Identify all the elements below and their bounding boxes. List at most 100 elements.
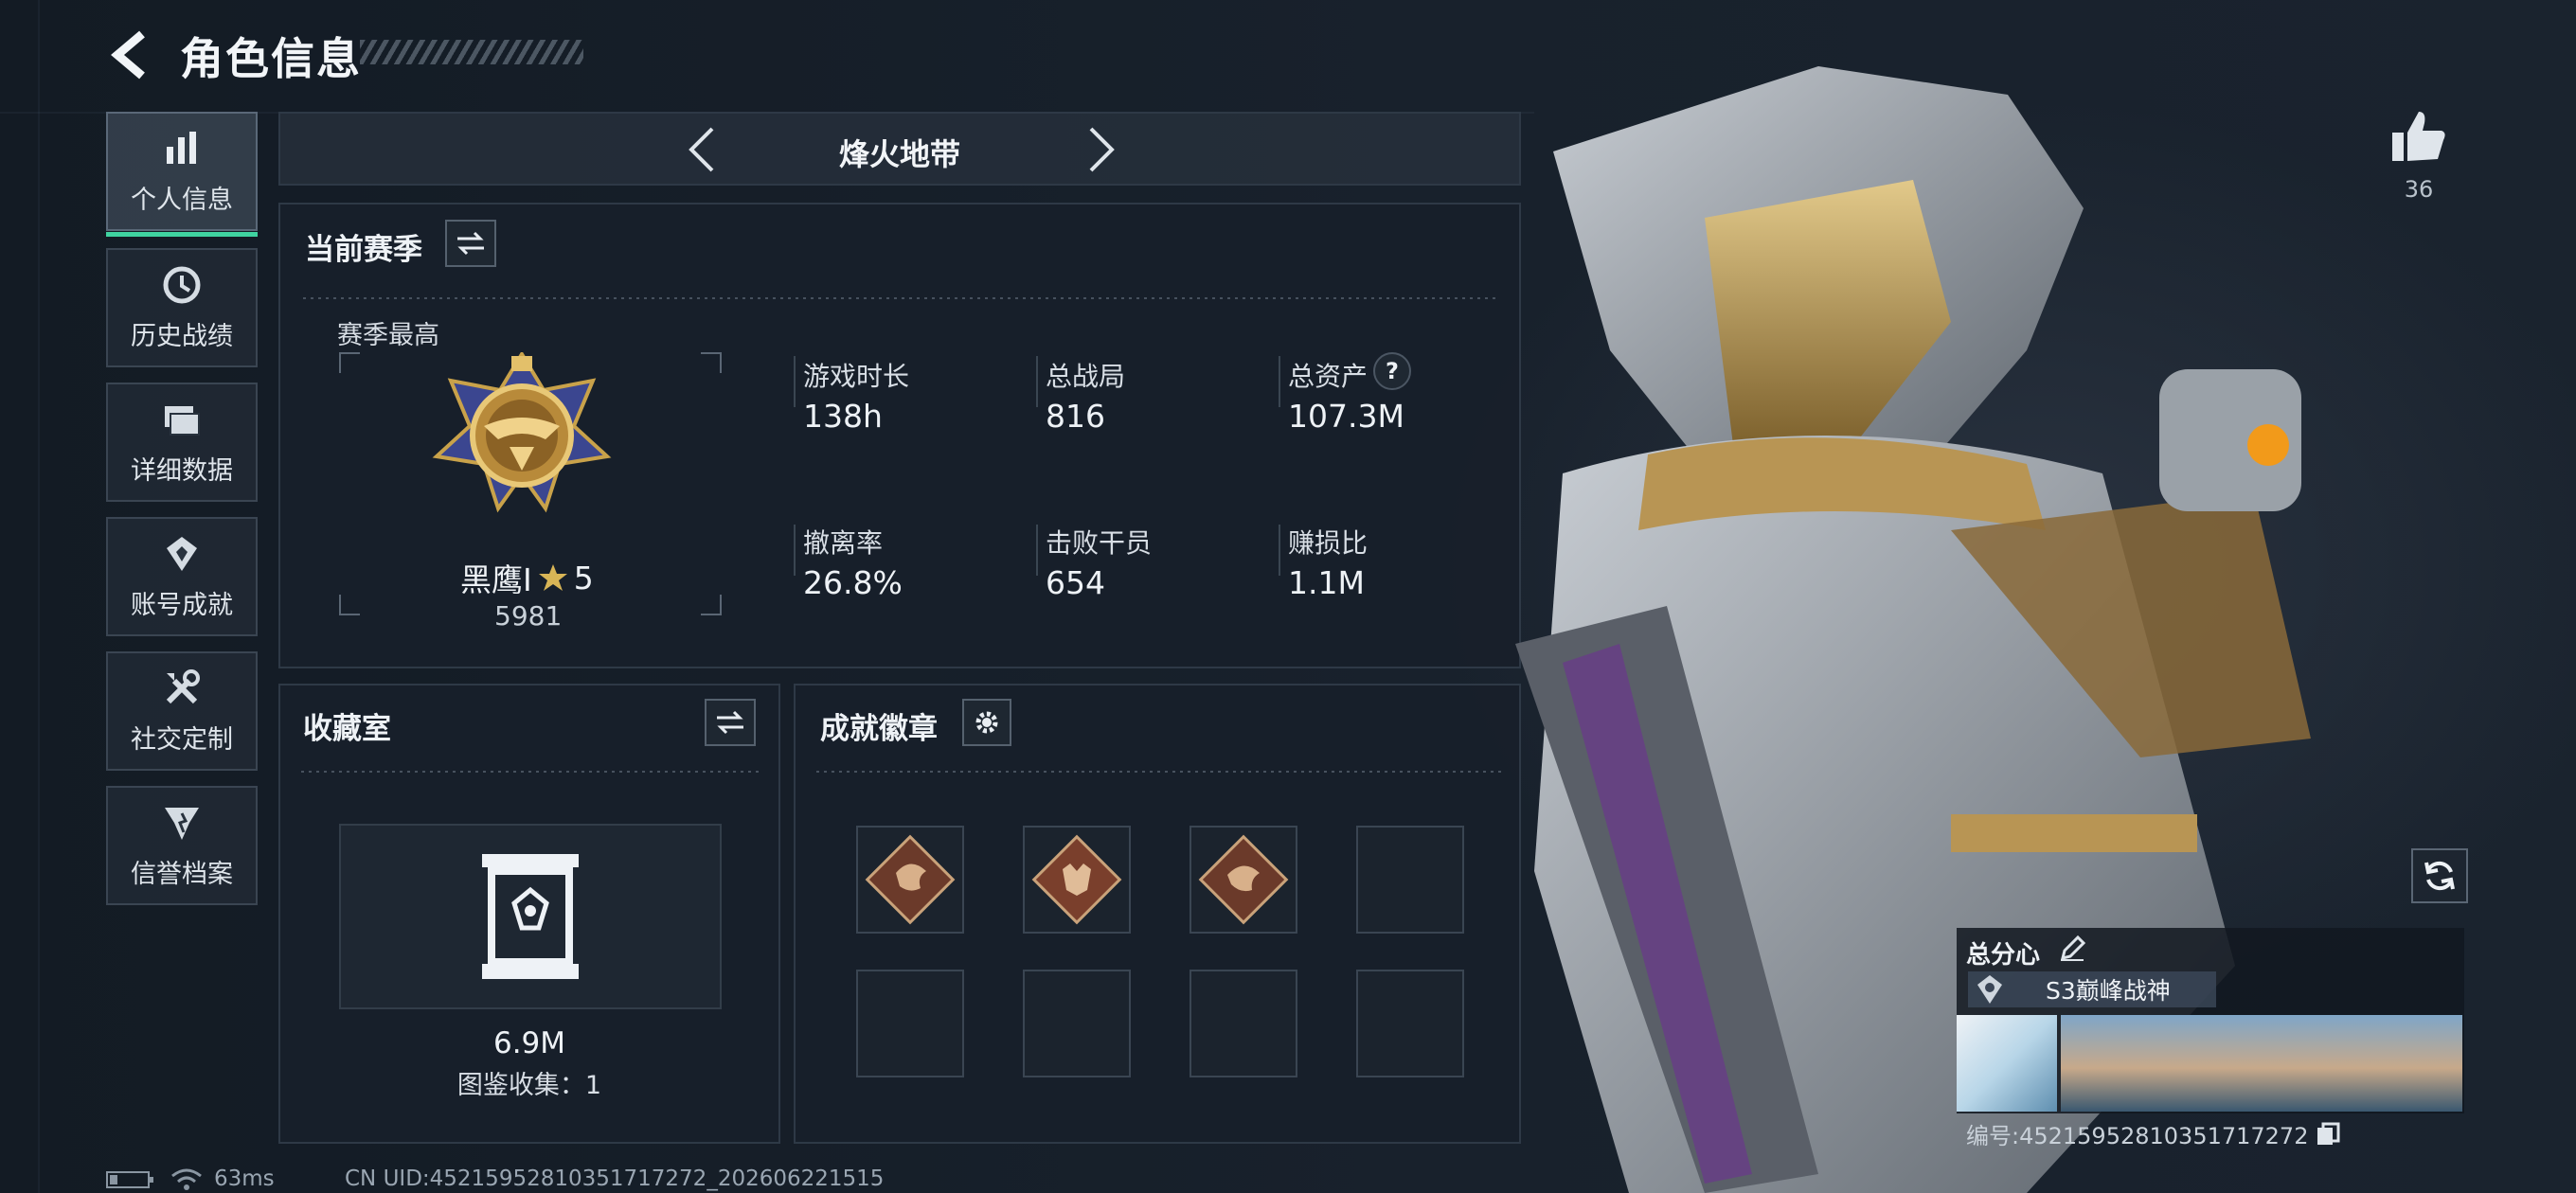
frame-corner bbox=[701, 352, 722, 373]
season-panel: 当前赛季 赛季最高 黑鹰I 5 5981 游戏时长 138h 总战局 816 总… bbox=[278, 203, 1521, 668]
swap-icon bbox=[717, 710, 743, 735]
title-decoration bbox=[360, 40, 583, 64]
badge-slot[interactable] bbox=[1023, 826, 1131, 934]
dragon-badge-icon bbox=[865, 834, 956, 925]
stat-label-operators-defeated: 击败干员 bbox=[1046, 527, 1153, 559]
stat-value-operators-defeated: 654 bbox=[1046, 564, 1105, 601]
sidebar-item-account-achievements[interactable]: 账号成就 bbox=[106, 517, 258, 636]
sidebar-item-label: 社交定制 bbox=[131, 724, 233, 755]
stat-label-play-time: 游戏时长 bbox=[803, 361, 910, 392]
mode-label: 烽火地带 bbox=[838, 136, 960, 172]
star-icon bbox=[538, 564, 567, 591]
help-icon[interactable]: ? bbox=[1373, 352, 1411, 390]
stat-label-total-matches: 总战局 bbox=[1046, 361, 1126, 392]
gear-icon bbox=[975, 711, 998, 734]
achievement-icon bbox=[167, 536, 197, 571]
like-button[interactable] bbox=[2388, 106, 2449, 167]
achievements-title: 成就徽章 bbox=[820, 712, 938, 746]
stat-divider bbox=[1279, 525, 1280, 576]
sidebar-item-label: 信誉档案 bbox=[131, 859, 233, 889]
avatar[interactable] bbox=[1957, 1015, 2057, 1112]
rank-stars: 5 bbox=[573, 559, 594, 596]
badge-settings-button[interactable] bbox=[962, 699, 1011, 746]
bar-chart-icon bbox=[167, 131, 196, 164]
wolf-badge-icon bbox=[1031, 834, 1122, 925]
title-tag-label: S3巅峰战神 bbox=[2046, 977, 2171, 1005]
display-case-icon bbox=[482, 854, 579, 979]
mode-selector: 烽火地带 bbox=[278, 112, 1521, 186]
rank-score: 5981 bbox=[494, 600, 563, 632]
stat-divider bbox=[1036, 356, 1038, 407]
frame-corner bbox=[339, 595, 360, 615]
folder-icon bbox=[165, 405, 200, 436]
badge-slot[interactable] bbox=[856, 826, 964, 934]
rank-emblem-icon bbox=[432, 352, 612, 513]
title-tag: S3巅峰战神 bbox=[1968, 971, 2216, 1007]
divider bbox=[301, 771, 761, 773]
stat-value-extraction-rate: 26.8% bbox=[803, 564, 903, 601]
frame-corner bbox=[339, 352, 360, 373]
rank-name: 黑鹰I bbox=[460, 561, 532, 598]
profile-card[interactable]: 总分心 S3巅峰战神 bbox=[1957, 928, 2464, 1113]
profile-title: 总分心 bbox=[1966, 941, 2041, 970]
copy-icon[interactable] bbox=[2316, 1122, 2340, 1147]
divider bbox=[303, 297, 1496, 299]
sidebar-item-label: 账号成就 bbox=[131, 590, 233, 620]
page-title: 角色信息 bbox=[180, 33, 362, 84]
collection-value: 6.9M bbox=[492, 1026, 566, 1060]
stat-divider bbox=[1036, 525, 1038, 576]
thumbs-up-icon bbox=[2392, 112, 2445, 161]
tools-icon bbox=[166, 668, 200, 703]
achievements-panel: 成就徽章 bbox=[794, 684, 1521, 1144]
like-count: 36 bbox=[2404, 176, 2434, 203]
divider bbox=[816, 771, 1502, 773]
switch-season-button[interactable] bbox=[445, 220, 496, 267]
stat-value-total-assets: 107.3M bbox=[1288, 398, 1404, 435]
stat-label-extraction-rate: 撤离率 bbox=[803, 527, 884, 559]
rank-name-row: 黑鹰I 5 bbox=[460, 555, 594, 600]
stat-value-play-time: 138h bbox=[803, 398, 883, 435]
season-highest-label: 赛季最高 bbox=[337, 321, 439, 350]
wifi-icon bbox=[171, 1168, 202, 1190]
stat-value-profit-loss: 1.1M bbox=[1288, 564, 1365, 601]
stat-divider bbox=[794, 525, 796, 576]
collection-showcase[interactable] bbox=[339, 824, 722, 1009]
catalog-count: 图鉴收集：1 bbox=[456, 1071, 602, 1100]
stat-value-total-matches: 816 bbox=[1046, 398, 1105, 435]
sidebar-item-label: 个人信息 bbox=[131, 185, 233, 215]
credit-icon bbox=[165, 807, 199, 840]
swap-icon bbox=[457, 231, 484, 256]
next-mode-button[interactable] bbox=[1072, 123, 1125, 176]
grid-line bbox=[38, 0, 40, 1193]
sidebar-item-label: 详细数据 bbox=[131, 455, 233, 486]
battery-icon bbox=[106, 1171, 153, 1188]
chevron-right-icon bbox=[1089, 127, 1115, 172]
refresh-button[interactable] bbox=[2411, 848, 2468, 903]
edit-icon[interactable] bbox=[2059, 935, 2085, 962]
stat-label-total-assets: 总资产 bbox=[1288, 361, 1368, 392]
sidebar-item-detailed-data[interactable]: 详细数据 bbox=[106, 383, 258, 502]
history-icon bbox=[163, 266, 201, 303]
badge-slot[interactable] bbox=[1190, 826, 1297, 934]
stat-divider bbox=[794, 356, 796, 407]
badge-slot-empty[interactable] bbox=[1190, 970, 1297, 1077]
profile-banner bbox=[2061, 1015, 2462, 1112]
uid-text: CN UID:452159528103517172​72_20260622151… bbox=[345, 1166, 885, 1191]
badge-slot-empty[interactable] bbox=[1023, 970, 1131, 1077]
badge-slot-empty[interactable] bbox=[856, 970, 964, 1077]
arrow-left-icon bbox=[111, 30, 145, 80]
back-button[interactable] bbox=[106, 28, 159, 81]
stat-label-profit-loss: 赚损比 bbox=[1288, 527, 1368, 559]
dragon-badge-icon bbox=[1198, 834, 1289, 925]
sidebar-item-credit-record[interactable]: 信誉档案 bbox=[106, 786, 258, 905]
sidebar-item-history[interactable]: 历史战绩 bbox=[106, 248, 258, 367]
player-id-row: 编号:4521595281035171727​2 bbox=[1966, 1117, 2340, 1150]
season-title: 当前赛季 bbox=[305, 233, 422, 267]
stat-divider bbox=[1279, 356, 1280, 407]
switch-collection-button[interactable] bbox=[705, 699, 756, 746]
latency: 63ms bbox=[214, 1166, 275, 1191]
sidebar-item-social-custom[interactable]: 社交定制 bbox=[106, 651, 258, 771]
collection-title: 收藏室 bbox=[303, 712, 391, 746]
title-emblem-icon bbox=[1977, 975, 2002, 1004]
sidebar-item-personal-info[interactable]: 个人信息 bbox=[106, 112, 258, 237]
